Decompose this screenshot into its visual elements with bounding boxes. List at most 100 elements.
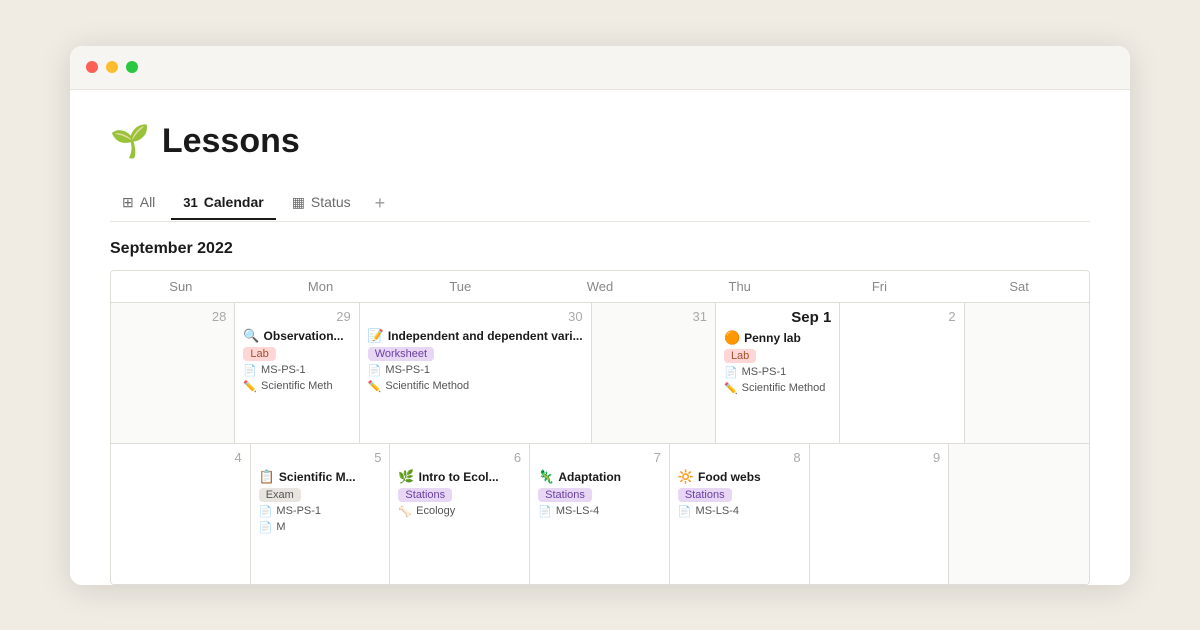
day-header-tue: Tue bbox=[390, 271, 530, 303]
event-penny-subject-text: Scientific Method bbox=[742, 382, 826, 394]
day-header-sat: Sat bbox=[949, 271, 1089, 303]
tab-all-label: All bbox=[140, 194, 156, 210]
event-scientific-standard2: M bbox=[276, 521, 285, 533]
event-observation-standard: MS-PS-1 bbox=[261, 364, 306, 376]
page-icon: 🌱 bbox=[110, 122, 150, 160]
cell-date-9: 9 bbox=[818, 450, 941, 465]
cell-date-4: 4 bbox=[119, 450, 242, 465]
day-headers: Sun Mon Tue Wed Thu Fri Sat bbox=[111, 271, 1089, 303]
event-ecology-badge: Stations bbox=[398, 488, 452, 502]
cell-date-8: 8 bbox=[678, 450, 801, 465]
pencil-icon-2: ✏️ bbox=[368, 380, 382, 393]
event-observation-text: Observation... bbox=[264, 329, 344, 343]
event-adaptation-meta: 📄 MS-LS-4 bbox=[538, 505, 661, 518]
event-ecology-text: Intro to Ecol... bbox=[419, 470, 499, 484]
doc-icon-4b: 📄 bbox=[259, 521, 273, 534]
event-adaptation-standard: MS-LS-4 bbox=[556, 505, 599, 517]
day-header-sun: Sun bbox=[111, 271, 251, 303]
event-ecology[interactable]: 🌿 Intro to Ecol... Stations 🦴 Ecology bbox=[398, 469, 521, 518]
cell-31: 31 bbox=[592, 303, 716, 443]
ecology-icon: 🌿 bbox=[398, 469, 414, 485]
event-adaptation[interactable]: 🦎 Adaptation Stations 📄 MS-LS-4 bbox=[538, 469, 661, 518]
clipboard-icon: 📋 bbox=[259, 469, 275, 485]
maximize-button[interactable] bbox=[126, 61, 138, 73]
event-penny-meta: 📄 MS-PS-1 bbox=[724, 366, 831, 379]
event-independent-meta: 📄 MS-PS-1 bbox=[368, 364, 583, 377]
event-observation-meta: 📄 MS-PS-1 bbox=[243, 364, 350, 377]
search-icon: 🔍 bbox=[243, 328, 259, 344]
add-tab-button[interactable]: + bbox=[367, 185, 394, 222]
notepad-icon: 📝 bbox=[368, 328, 384, 344]
cell-date-5: 5 bbox=[259, 450, 382, 465]
event-scientific-standard: MS-PS-1 bbox=[276, 505, 321, 517]
cell-28: 28 bbox=[111, 303, 235, 443]
cell-sep1[interactable]: Sep 1 🟠 Penny lab Lab 📄 MS-PS-1 bbox=[716, 303, 840, 443]
tab-bar: ⊞ All 31 Calendar ▦ Status + bbox=[110, 185, 1090, 222]
calendar-row-2: 4 5 📋 Scientific M... Exam bbox=[111, 444, 1089, 584]
status-icon: ▦ bbox=[292, 194, 305, 211]
cell-4: 4 bbox=[111, 444, 251, 584]
doc-icon-4: 📄 bbox=[259, 505, 273, 518]
event-penny-title: 🟠 Penny lab bbox=[724, 330, 831, 346]
event-penny-standard: MS-PS-1 bbox=[742, 366, 787, 378]
cell-8[interactable]: 8 🔆 Food webs Stations 📄 MS-LS-4 bbox=[670, 444, 810, 584]
event-scientific-title: 📋 Scientific M... bbox=[259, 469, 382, 485]
cell-9: 9 bbox=[810, 444, 950, 584]
page-title: Lessons bbox=[162, 122, 300, 161]
event-scientific[interactable]: 📋 Scientific M... Exam 📄 MS-PS-1 📄 bbox=[259, 469, 382, 534]
adaptation-icon: 🦎 bbox=[538, 469, 554, 485]
cell-2: 2 bbox=[840, 303, 964, 443]
titlebar bbox=[70, 46, 1130, 90]
event-independent[interactable]: 📝 Independent and dependent vari... Work… bbox=[368, 328, 583, 393]
event-foodwebs-badge: Stations bbox=[678, 488, 732, 502]
event-scientific-text: Scientific M... bbox=[279, 470, 356, 484]
pencil-icon-3: ✏️ bbox=[724, 382, 738, 395]
event-observation-subject-text: Scientific Meth bbox=[261, 380, 333, 392]
cell-30[interactable]: 30 📝 Independent and dependent vari... W… bbox=[360, 303, 592, 443]
event-penny-text: Penny lab bbox=[744, 331, 801, 345]
cell-date-28: 28 bbox=[119, 309, 226, 324]
event-independent-subject-text: Scientific Method bbox=[385, 380, 469, 392]
page-header: 🌱 Lessons bbox=[110, 122, 1090, 161]
event-ecology-title: 🌿 Intro to Ecol... bbox=[398, 469, 521, 485]
tab-calendar[interactable]: 31 Calendar bbox=[171, 186, 275, 220]
event-foodwebs-standard: MS-LS-4 bbox=[696, 505, 739, 517]
cell-7[interactable]: 7 🦎 Adaptation Stations 📄 MS-LS-4 bbox=[530, 444, 670, 584]
calendar-grid: Sun Mon Tue Wed Thu Fri Sat 28 bbox=[110, 270, 1090, 585]
cell-date-7: 7 bbox=[538, 450, 661, 465]
doc-icon-5: 📄 bbox=[538, 505, 552, 518]
cell-6[interactable]: 6 🌿 Intro to Ecol... Stations 🦴 Ecology bbox=[390, 444, 530, 584]
event-foodwebs-text: Food webs bbox=[698, 470, 761, 484]
event-foodwebs-title: 🔆 Food webs bbox=[678, 469, 801, 485]
event-independent-badge: Worksheet bbox=[368, 347, 434, 361]
doc-icon-2: 📄 bbox=[368, 364, 382, 377]
event-adaptation-text: Adaptation bbox=[558, 470, 621, 484]
event-penny-subject: ✏️ Scientific Method bbox=[724, 382, 831, 395]
day-header-fri: Fri bbox=[810, 271, 950, 303]
close-button[interactable] bbox=[86, 61, 98, 73]
event-ecology-subject-text: Ecology bbox=[416, 505, 455, 517]
month-label: September 2022 bbox=[110, 222, 1090, 270]
doc-icon-3: 📄 bbox=[724, 366, 738, 379]
cell-sat-1 bbox=[965, 303, 1089, 443]
cell-29[interactable]: 29 🔍 Observation... Lab 📄 MS-PS-1 bbox=[235, 303, 359, 443]
event-foodwebs[interactable]: 🔆 Food webs Stations 📄 MS-LS-4 bbox=[678, 469, 801, 518]
event-observation-badge: Lab bbox=[243, 347, 275, 361]
calendar-section: September 2022 Sun Mon Tue Wed Thu Fri S… bbox=[110, 222, 1090, 585]
tab-calendar-label: Calendar bbox=[204, 194, 264, 210]
cell-date-30: 30 bbox=[368, 309, 583, 324]
calendar-rows: 28 2 9 🔍 Observation... Lab bbox=[111, 303, 1089, 584]
minimize-button[interactable] bbox=[106, 61, 118, 73]
cell-date-31: 31 bbox=[600, 309, 707, 324]
cell-sat-2 bbox=[949, 444, 1089, 584]
event-observation[interactable]: 🔍 Observation... Lab 📄 MS-PS-1 ✏️ bbox=[243, 328, 350, 393]
leaf-icon: 🦴 bbox=[398, 505, 412, 518]
event-penny[interactable]: 🟠 Penny lab Lab 📄 MS-PS-1 ✏️ bbox=[724, 330, 831, 395]
event-scientific-meta2: 📄 M bbox=[259, 521, 382, 534]
tab-all[interactable]: ⊞ All bbox=[110, 186, 167, 221]
day-header-thu: Thu bbox=[670, 271, 810, 303]
event-observation-subject: ✏️ Scientific Meth bbox=[243, 380, 350, 393]
cell-5[interactable]: 5 📋 Scientific M... Exam 📄 MS-PS-1 bbox=[251, 444, 391, 584]
calendar-icon: 31 bbox=[183, 195, 197, 210]
tab-status[interactable]: ▦ Status bbox=[280, 186, 363, 221]
